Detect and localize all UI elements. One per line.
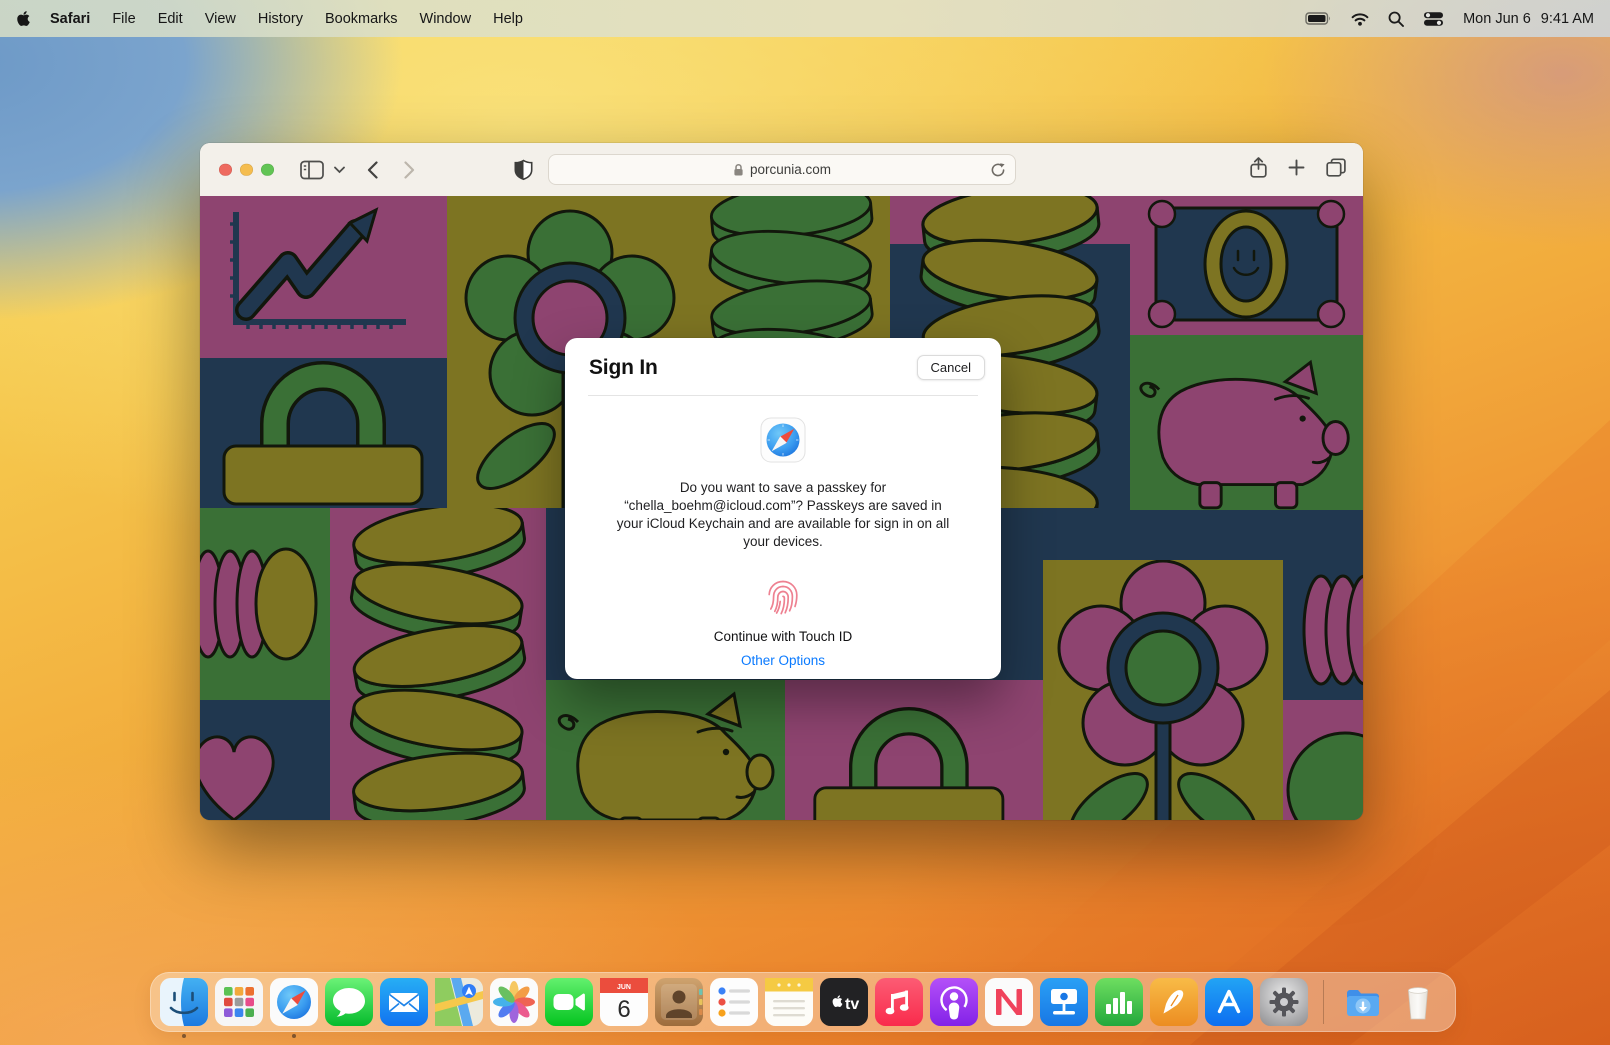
wifi-icon[interactable]	[1351, 12, 1369, 26]
menubar-date: Mon Jun 6	[1463, 11, 1531, 27]
dock-facetime[interactable]	[545, 978, 593, 1026]
tile-coin-roll-green	[200, 508, 330, 700]
address-bar[interactable]: porcunia.com	[548, 154, 1016, 185]
forward-button[interactable]	[404, 161, 415, 179]
touch-id-fingerprint-icon	[761, 574, 805, 618]
reload-button[interactable]	[990, 162, 1006, 181]
dock-photos[interactable]	[490, 978, 538, 1026]
menu-item-bookmarks[interactable]: Bookmarks	[314, 11, 409, 27]
menu-item-edit[interactable]: Edit	[147, 11, 194, 27]
svg-text:JUN: JUN	[617, 984, 631, 991]
dock-mail[interactable]	[380, 978, 428, 1026]
lock-icon	[733, 163, 744, 177]
passkey-message: Do you want to save a passkey for “chell…	[565, 479, 1001, 551]
dock-calendar[interactable]: JUN 6	[600, 978, 648, 1026]
tile-coin-spring-pink	[330, 495, 546, 820]
dock-pages[interactable]	[1150, 978, 1198, 1026]
dialog-title: Sign In	[589, 356, 658, 380]
dock-numbers[interactable]	[1095, 978, 1143, 1026]
safari-running-indicator	[292, 1034, 296, 1038]
close-window-button[interactable]	[219, 163, 232, 176]
dock-contacts[interactable]	[655, 978, 703, 1026]
sidebar-chevron-icon[interactable]	[334, 166, 345, 173]
tile-lock-navy	[200, 358, 447, 508]
apple-menu-icon[interactable]	[16, 10, 31, 27]
svg-text:6: 6	[617, 996, 630, 1023]
tile-pig-pink: .pig-body{fill:var(--pig);}	[1130, 335, 1363, 510]
dock-tv[interactable]: tv	[820, 978, 868, 1026]
dock-notes[interactable]	[765, 978, 813, 1026]
spotlight-search-icon[interactable]	[1388, 11, 1404, 27]
tile-coin-circle	[1283, 700, 1363, 820]
dock-finder[interactable]	[160, 978, 208, 1026]
sidebar-toggle-button[interactable]	[300, 160, 324, 179]
dock-keynote[interactable]	[1040, 978, 1088, 1026]
menubar-clock[interactable]: Mon Jun 6 9:41 AM	[1463, 11, 1594, 27]
menu-item-help[interactable]: Help	[482, 11, 534, 27]
passkey-dialog: Sign In Cancel Do you want to save a pas…	[565, 338, 1001, 679]
menubar-time: 9:41 AM	[1541, 11, 1594, 27]
dock-divider	[1323, 980, 1324, 1024]
svg-text:tv: tv	[845, 996, 859, 1013]
menu-item-safari[interactable]: Safari	[39, 11, 101, 27]
finder-running-indicator	[182, 1034, 186, 1038]
back-button[interactable]	[367, 161, 378, 179]
menu-item-window[interactable]: Window	[409, 11, 483, 27]
tile-coin-roll-pink	[1283, 560, 1363, 700]
dock-downloads-folder[interactable]	[1339, 978, 1387, 1026]
dock-reminders[interactable]	[710, 978, 758, 1026]
dock-podcasts[interactable]	[930, 978, 978, 1026]
minimize-window-button[interactable]	[240, 163, 253, 176]
tile-pig-olive	[546, 680, 785, 820]
new-tab-button[interactable]	[1288, 159, 1305, 181]
menu-item-history[interactable]: History	[247, 11, 314, 27]
menu-bar: Safari File Edit View History Bookmarks …	[0, 0, 1610, 37]
share-button[interactable]	[1250, 157, 1267, 183]
dock-trash[interactable]	[1394, 978, 1442, 1026]
menu-item-file[interactable]: File	[101, 11, 146, 27]
control-center-icon[interactable]	[1423, 11, 1444, 27]
dialog-divider	[588, 395, 978, 396]
tile-lock-pink	[785, 680, 1043, 820]
dock-launchpad[interactable]	[215, 978, 263, 1026]
dock-system-settings[interactable]	[1260, 978, 1308, 1026]
battery-icon[interactable]	[1305, 10, 1332, 27]
dock-appstore[interactable]	[1205, 978, 1253, 1026]
other-options-link[interactable]: Other Options	[565, 653, 1001, 668]
tab-overview-button[interactable]	[1326, 158, 1346, 182]
dock-news[interactable]	[985, 978, 1033, 1026]
dock-safari[interactable]	[270, 978, 318, 1026]
cancel-button[interactable]: Cancel	[917, 355, 985, 380]
safari-toolbar: porcunia.com	[200, 143, 1363, 197]
dock: JUN 6 tv	[150, 972, 1456, 1032]
tile-heart	[200, 700, 330, 820]
continue-touch-id-label: Continue with Touch ID	[565, 629, 1001, 644]
dock-messages[interactable]	[325, 978, 373, 1026]
menu-item-view[interactable]: View	[194, 11, 247, 27]
dock-music[interactable]	[875, 978, 923, 1026]
tile-money-bill-smiley	[1130, 196, 1363, 335]
url-text: porcunia.com	[750, 162, 831, 177]
dock-maps[interactable]	[435, 978, 483, 1026]
tile-line-chart	[200, 196, 447, 358]
safari-app-icon	[760, 417, 806, 463]
zoom-window-button[interactable]	[261, 163, 274, 176]
tile-flower-pink	[1043, 560, 1283, 820]
privacy-shield-icon[interactable]	[514, 159, 533, 180]
window-controls	[219, 163, 274, 176]
